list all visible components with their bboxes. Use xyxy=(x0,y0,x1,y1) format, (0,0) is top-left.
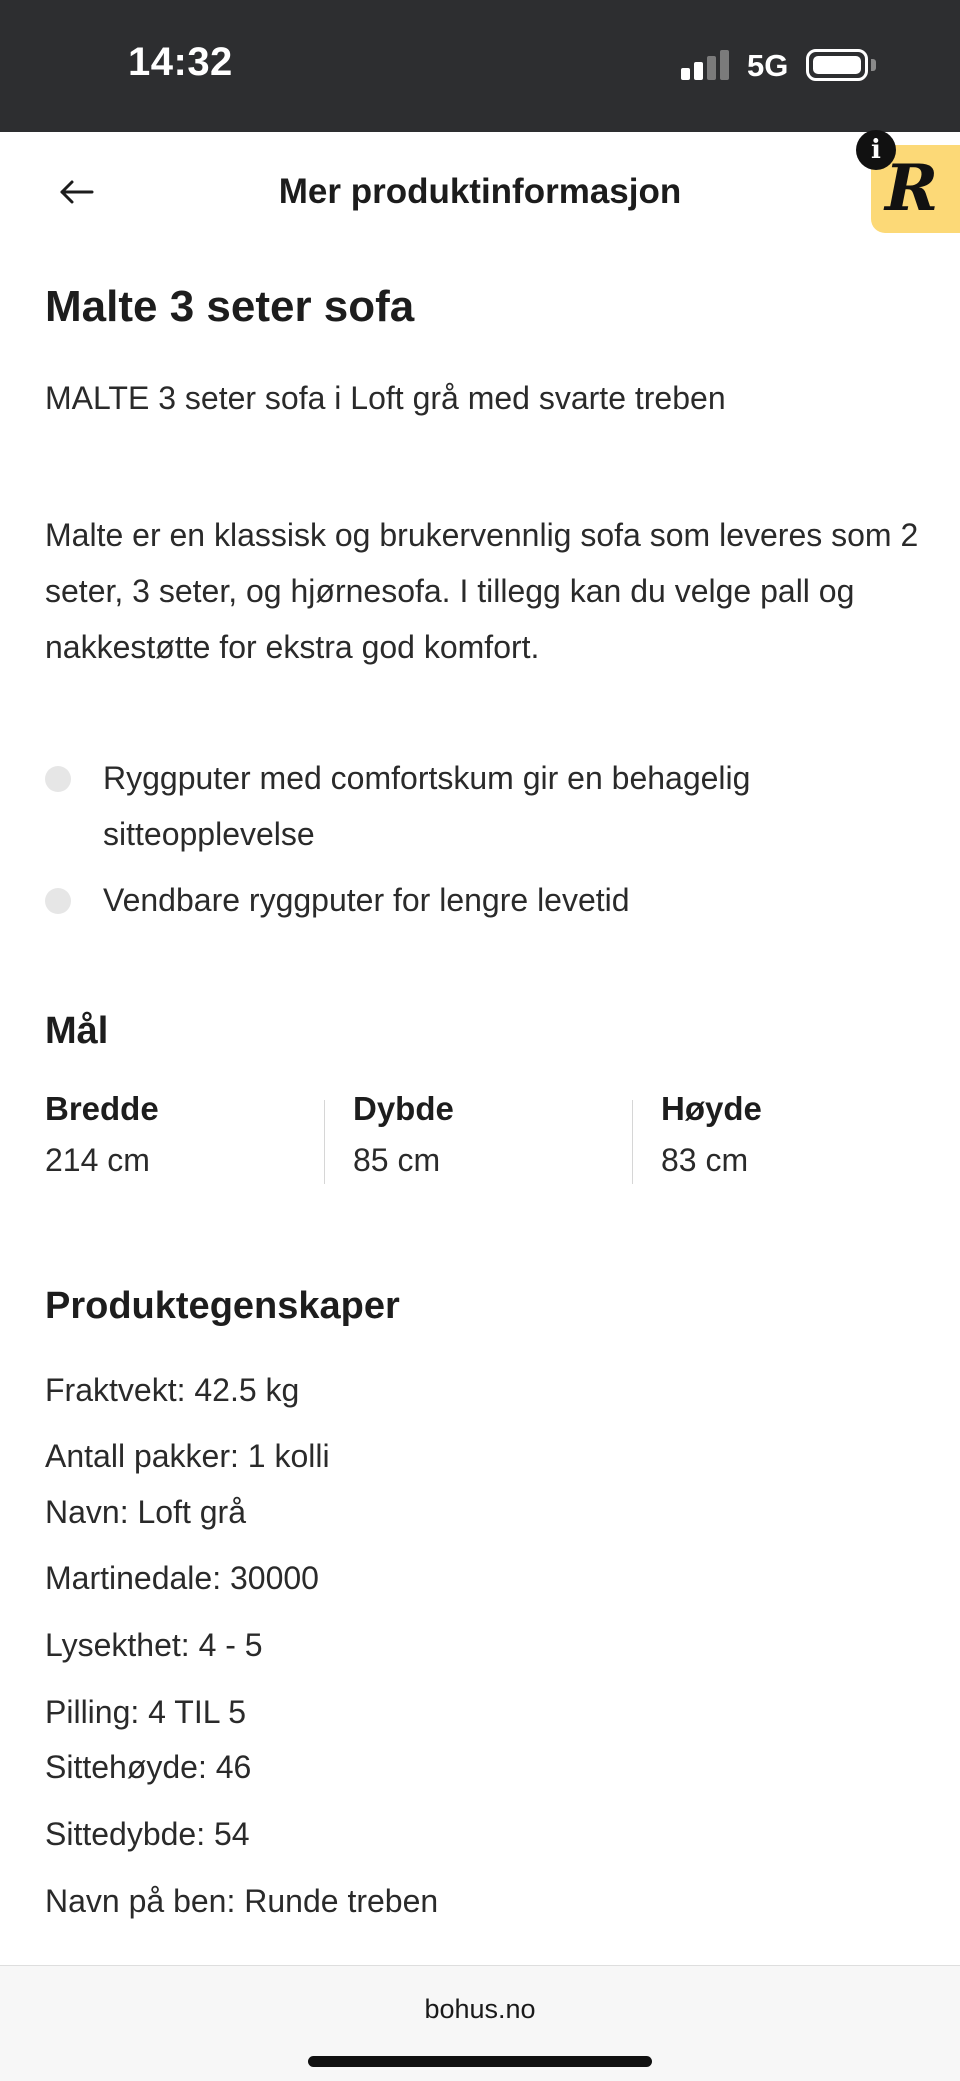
extension-logo-letter: R xyxy=(885,151,939,226)
url-label[interactable]: bohus.no xyxy=(0,1994,960,2025)
property-item: Sittehøyde: 46 xyxy=(45,1749,252,1785)
list-item: Ryggputer med comfortskum gir en behagel… xyxy=(45,750,920,862)
product-description: Malte er en klassisk og brukervennlig so… xyxy=(45,517,919,665)
feature-text: Vendbare ryggputer for lengre levetid xyxy=(103,882,630,918)
network-label: 5G xyxy=(747,48,789,83)
divider xyxy=(324,1100,325,1184)
status-time: 14:32 xyxy=(128,40,233,84)
product-subtitle: MALTE 3 seter sofa i Loft grå med svarte… xyxy=(45,380,726,416)
page-title: Mer produktinformasjon xyxy=(278,172,682,211)
battery-tip xyxy=(871,59,876,71)
property-item: Martinedale: 30000 xyxy=(45,1560,319,1596)
property-item: Lysekthet: 4 - 5 xyxy=(45,1627,263,1663)
bullet-dot-icon xyxy=(45,766,71,792)
dimension-label: Dybde xyxy=(353,1090,454,1127)
divider xyxy=(632,1100,633,1184)
dimension-depth: Dybde 85 cm xyxy=(353,1090,623,1190)
info-icon[interactable]: i xyxy=(856,130,896,170)
dimensions-row: Bredde 214 cm Dybde 85 cm Høyde 83 cm xyxy=(45,1090,920,1190)
dimension-value: 214 cm xyxy=(45,1142,150,1178)
dimension-value: 85 cm xyxy=(353,1142,441,1178)
page-header: Mer produktinformasjon xyxy=(0,132,960,252)
battery-icon xyxy=(806,49,868,81)
browser-bottom-bar: bohus.no xyxy=(0,1965,960,2081)
cellular-signal-icon xyxy=(681,50,731,80)
list-item: Vendbare ryggputer for lengre levetid xyxy=(45,872,920,928)
dimension-label: Høyde xyxy=(661,1090,762,1127)
bullet-dot-icon xyxy=(45,888,71,914)
dimension-value: 83 cm xyxy=(661,1142,749,1178)
property-item: Antall pakker: 1 kolli xyxy=(45,1438,330,1474)
dimension-width: Bredde 214 cm xyxy=(45,1090,315,1190)
dimension-label: Bredde xyxy=(45,1090,159,1127)
property-item: Pilling: 4 TIL 5 xyxy=(45,1694,246,1730)
dimension-height: Høyde 83 cm xyxy=(661,1090,931,1190)
product-title: Malte 3 seter sofa xyxy=(45,282,415,331)
properties-heading: Produktegenskaper xyxy=(45,1285,400,1327)
status-bar: 14:32 5G xyxy=(0,0,960,132)
property-item: Navn: Loft grå xyxy=(45,1494,246,1530)
feature-list: Ryggputer med comfortskum gir en behagel… xyxy=(45,750,920,938)
property-item: Navn på ben: Runde treben xyxy=(45,1883,439,1919)
feature-text: Ryggputer med comfortskum gir en behagel… xyxy=(103,760,751,852)
property-item: Sittedybde: 54 xyxy=(45,1816,250,1852)
property-item: Fraktvekt: 42.5 kg xyxy=(45,1372,300,1408)
dimensions-heading: Mål xyxy=(45,1010,109,1052)
home-indicator[interactable] xyxy=(308,2056,652,2067)
